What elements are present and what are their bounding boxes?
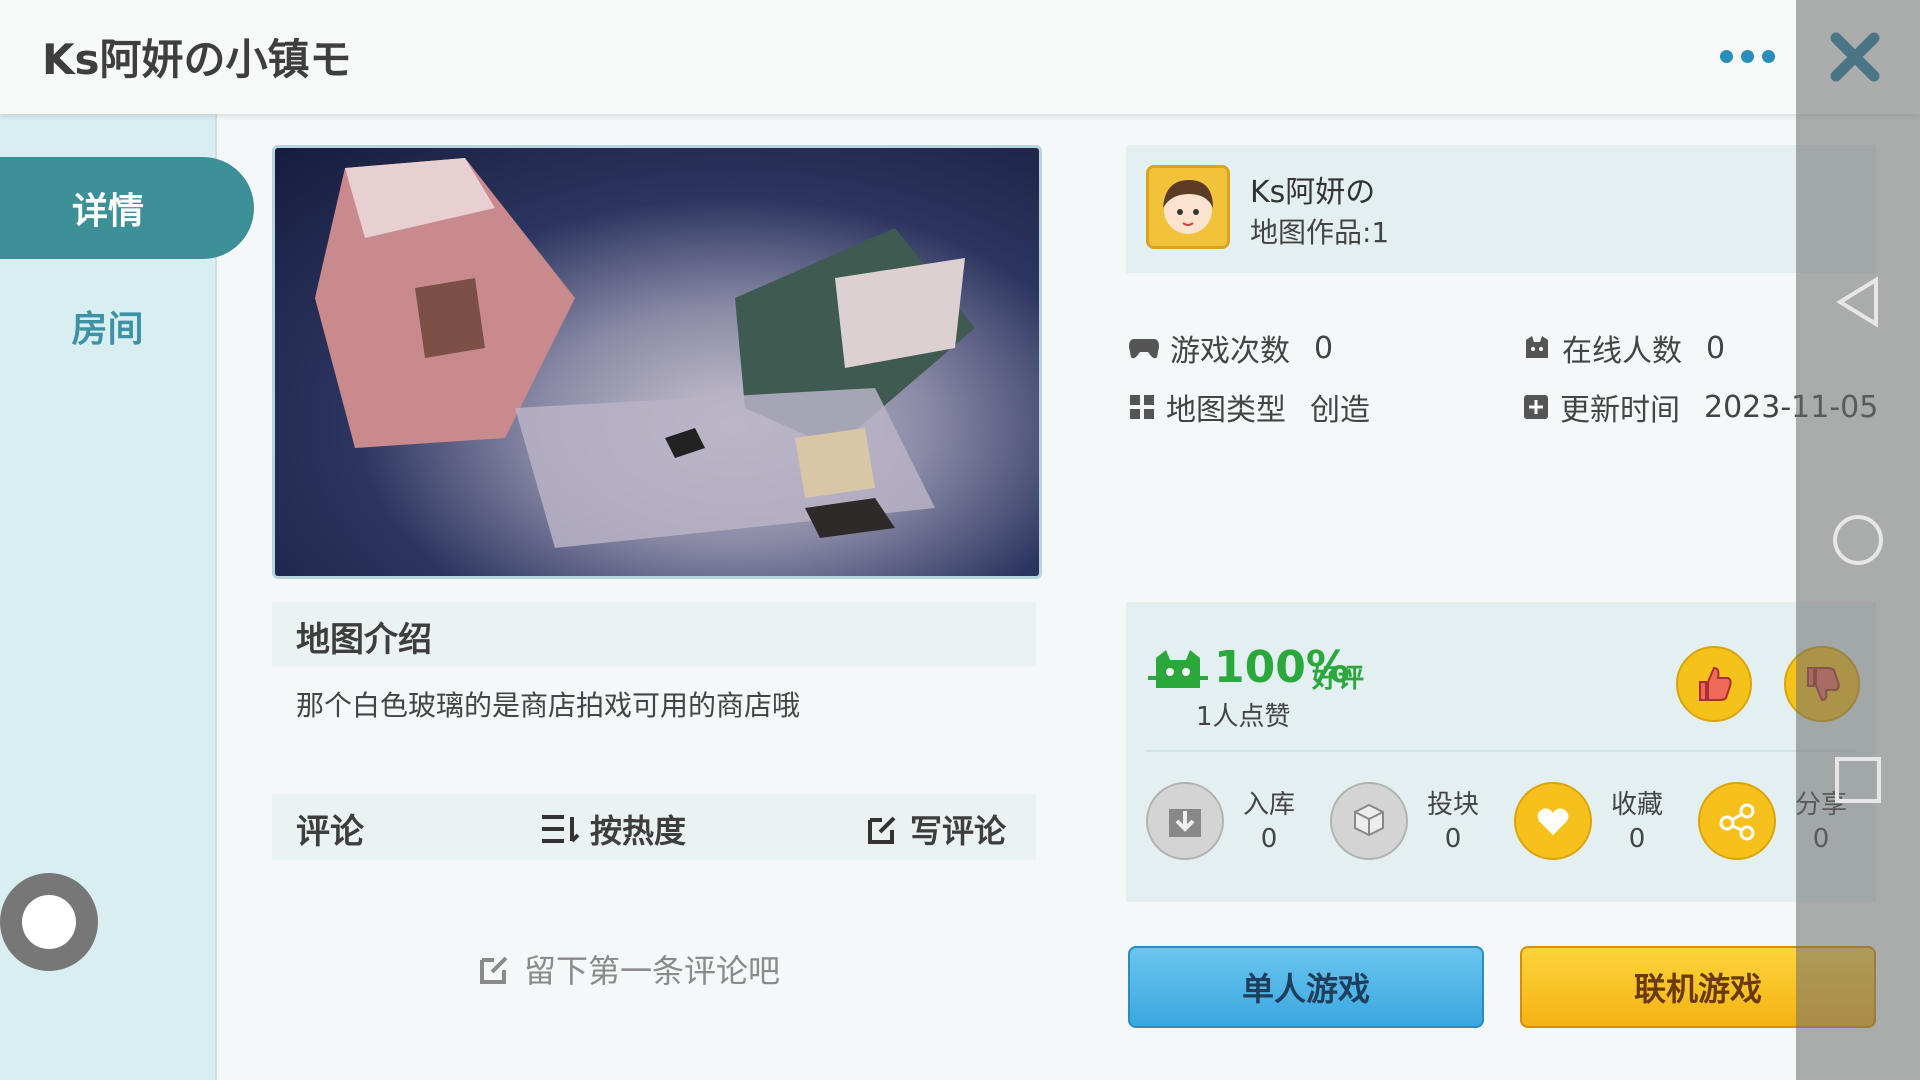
thumbs-up-icon xyxy=(1699,666,1732,701)
plays-label: 游戏次数 xyxy=(1170,334,1290,369)
stat-online: 在线人数 0 xyxy=(1522,326,1725,370)
more-options-icon[interactable] xyxy=(1720,50,1775,63)
recent-apps-icon[interactable] xyxy=(1834,756,1882,804)
stat-plays: 游戏次数 0 xyxy=(1128,326,1333,370)
write-comment-label: 写评论 xyxy=(910,812,1007,850)
share-button[interactable] xyxy=(1698,782,1776,860)
single-player-button[interactable]: 单人游戏 xyxy=(1128,946,1484,1028)
floating-assistant-button[interactable] xyxy=(0,873,98,971)
tab-rooms[interactable]: 房间 xyxy=(0,276,215,376)
author-name: Ks阿妍の xyxy=(1250,175,1376,210)
grid-icon xyxy=(1130,395,1154,419)
favorite-count: 0 xyxy=(1628,824,1646,854)
tab-details[interactable]: 详情 xyxy=(0,157,254,259)
stat-map-type: 地图类型 创造 xyxy=(1128,385,1370,429)
approval-suffix: 好评 xyxy=(1312,664,1365,694)
online-label: 在线人数 xyxy=(1562,334,1682,369)
vote-block-label: 投块 xyxy=(1426,790,1479,820)
map-cover-image[interactable] xyxy=(272,145,1042,579)
update-icon xyxy=(1524,395,1548,419)
like-button[interactable] xyxy=(1676,646,1752,722)
online-players-icon xyxy=(1526,336,1548,358)
intro-heading: 地图介绍 xyxy=(296,620,432,660)
gamepad-icon xyxy=(1129,339,1159,359)
favorite-button[interactable] xyxy=(1514,782,1592,860)
home-icon[interactable] xyxy=(1832,514,1884,566)
vote-block-button[interactable] xyxy=(1330,782,1408,860)
sort-by-popularity-button[interactable]: 按热度 xyxy=(540,806,686,852)
author-card[interactable]: Ks阿妍の 地图作品:1 xyxy=(1126,145,1876,273)
avatar-illustration xyxy=(1163,180,1213,234)
sort-icon xyxy=(542,815,580,843)
add-to-library-label: 入库 xyxy=(1242,790,1295,820)
add-to-library-button[interactable] xyxy=(1146,782,1224,860)
map-type-label: 地图类型 xyxy=(1166,393,1286,428)
comments-heading: 评论 xyxy=(296,812,364,852)
rating-panel: 100% 好评 1人点赞 入库 0 投块 0 收藏 0 xyxy=(1126,602,1876,902)
page-title: Ks阿妍の小镇モ xyxy=(42,35,352,84)
edit-icon xyxy=(868,816,896,844)
add-to-library-count: 0 xyxy=(1260,824,1278,854)
plays-value: 0 xyxy=(1314,330,1334,366)
comment-bar: 评论 按热度 写评论 xyxy=(272,794,1036,860)
edit-icon xyxy=(480,956,508,984)
updated-label: 更新时间 xyxy=(1560,393,1680,428)
empty-comments-text: 留下第一条评论吧 xyxy=(524,952,781,990)
vote-block-count: 0 xyxy=(1444,824,1462,854)
intro-header: 地图介绍 xyxy=(272,602,1036,666)
back-icon[interactable] xyxy=(1834,276,1882,328)
empty-comments-prompt[interactable]: 留下第一条评论吧 xyxy=(478,946,780,992)
block-icon xyxy=(1354,803,1384,837)
favorite-label: 收藏 xyxy=(1610,790,1663,820)
map-scene-illustration xyxy=(315,158,975,548)
author-works-count: 地图作品:1 xyxy=(1250,216,1390,249)
heart-icon xyxy=(1537,808,1569,835)
mascot-icon xyxy=(1148,650,1208,688)
map-type-value: 创造 xyxy=(1310,393,1370,428)
download-icon xyxy=(1169,809,1201,837)
divider xyxy=(1146,750,1856,752)
likes-count: 1人点赞 xyxy=(1196,702,1291,732)
intro-text: 那个白色玻璃的是商店拍戏可用的商店哦 xyxy=(296,689,801,722)
share-icon xyxy=(1719,803,1755,841)
system-navigation-bar xyxy=(1796,0,1920,1080)
top-bar: Ks阿妍の小镇モ xyxy=(0,0,1920,114)
online-value: 0 xyxy=(1706,330,1726,366)
write-comment-button[interactable]: 写评论 xyxy=(866,806,1006,852)
avatar[interactable] xyxy=(1146,165,1230,249)
sort-label: 按热度 xyxy=(590,812,687,850)
